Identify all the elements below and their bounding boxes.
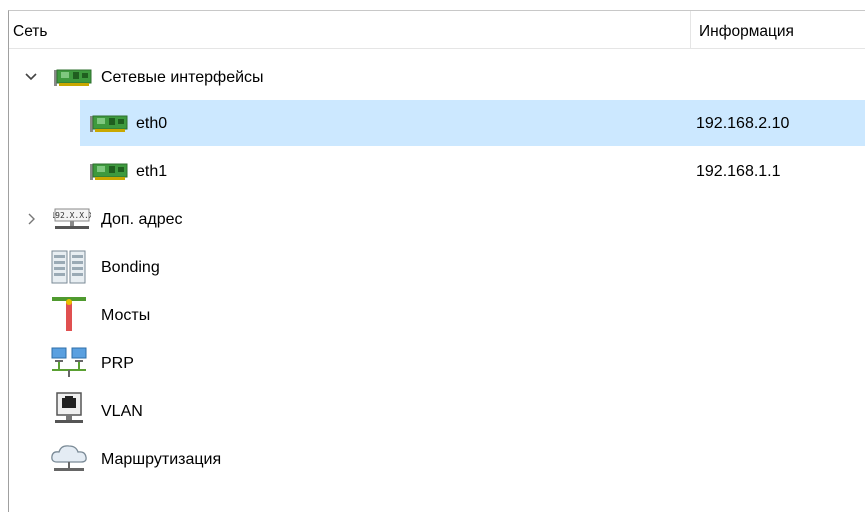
server-rack-icon — [49, 249, 89, 285]
network-card-icon — [53, 64, 92, 90]
column-header: Сеть Информация — [9, 11, 865, 49]
svg-text:192.X.X.X: 192.X.X.X — [53, 211, 91, 220]
tree-item-routing[interactable]: Маршрутизация — [9, 436, 865, 482]
tree-item-label: eth0 — [136, 115, 168, 132]
network-card-icon — [89, 158, 128, 184]
ip-address-icon: 192.X.X.X — [53, 206, 91, 232]
tree-item-label: Bonding — [101, 259, 160, 276]
tree-item-bonding[interactable]: Bonding — [9, 244, 865, 290]
network-tree-view: Сеть Информация Сетевые интерфейсы eth0 … — [8, 10, 865, 512]
prp-network-icon — [49, 344, 89, 380]
tree-item-label: PRP — [101, 355, 134, 372]
tree-item-network-interfaces[interactable]: Сетевые интерфейсы — [9, 54, 865, 100]
tree-item-label: eth1 — [136, 163, 168, 180]
vlan-port-icon — [49, 391, 89, 429]
tree-item-label: Маршрутизация — [101, 451, 222, 468]
tree-item-label: Доп. адрес — [101, 211, 183, 228]
column-header-info[interactable]: Информация — [692, 11, 865, 48]
chevron-down-icon[interactable] — [23, 67, 39, 87]
network-card-icon — [89, 110, 128, 136]
tree-item-eth0[interactable]: eth0 192.168.2.10 — [9, 100, 865, 146]
tree-item-eth1[interactable]: eth1 192.168.1.1 — [9, 148, 865, 194]
ip-address-value: 192.168.2.10 — [696, 115, 790, 132]
tree-item-bridges[interactable]: Мосты — [9, 292, 865, 338]
tree-item-label: Мосты — [101, 307, 151, 324]
cloud-routing-icon — [49, 440, 89, 476]
tree-item-vlan[interactable]: VLAN — [9, 388, 865, 434]
chevron-right-icon[interactable] — [23, 209, 39, 229]
ip-address-value: 192.168.1.1 — [696, 163, 781, 180]
tree-item-label: VLAN — [101, 403, 143, 420]
tree-item-label: Сетевые интерфейсы — [101, 69, 264, 86]
column-header-network[interactable]: Сеть — [9, 11, 691, 48]
tree-item-extra-address[interactable]: 192.X.X.X Доп. адрес — [9, 196, 865, 242]
bridge-icon — [49, 294, 89, 334]
tree-item-prp[interactable]: PRP — [9, 340, 865, 386]
